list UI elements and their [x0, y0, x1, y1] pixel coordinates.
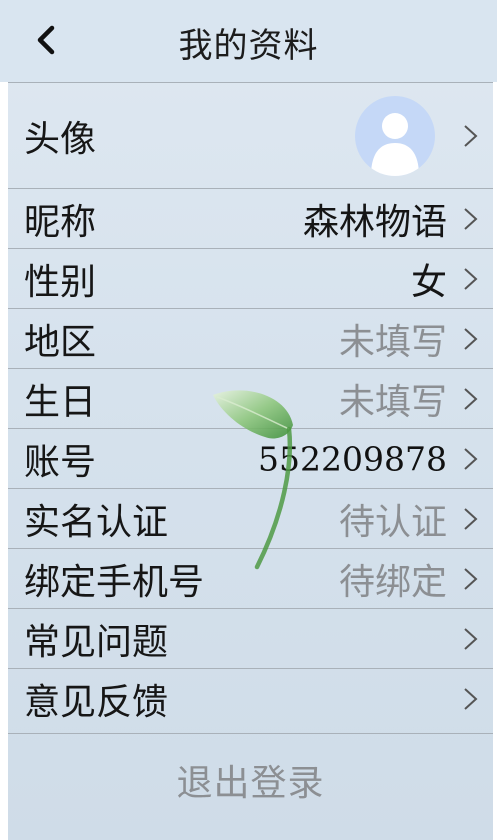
- profile-list: 头像 昵称 森林物语 性别 女 地区 未填写 生日 未填写 账号 5522098…: [8, 82, 493, 728]
- page-title: 我的资料: [178, 26, 319, 66]
- row-label: 意见反馈: [24, 681, 169, 723]
- row-gender[interactable]: 性别 女: [8, 248, 493, 308]
- region-value: 未填写: [338, 321, 447, 363]
- row-label: 生日: [24, 381, 97, 423]
- chevron-right-icon: [464, 387, 478, 410]
- row-realname-verification[interactable]: 实名认证 待认证: [8, 488, 493, 548]
- account-value: 552209878: [258, 439, 447, 478]
- row-region[interactable]: 地区 未填写: [8, 308, 493, 368]
- chevron-right-icon: [464, 687, 478, 710]
- row-label: 实名认证: [24, 501, 169, 543]
- row-faq[interactable]: 常见问题: [8, 608, 493, 668]
- chevron-right-icon: [464, 207, 478, 230]
- row-label: 常见问题: [24, 621, 169, 663]
- row-label: 地区: [24, 321, 97, 363]
- chevron-right-icon: [464, 627, 478, 650]
- row-avatar[interactable]: 头像: [8, 82, 493, 188]
- chevron-right-icon: [464, 124, 478, 147]
- phone-value: 待绑定: [338, 561, 447, 603]
- row-birthday[interactable]: 生日 未填写: [8, 368, 493, 428]
- row-label: 昵称: [24, 201, 97, 243]
- row-label: 账号: [24, 441, 97, 483]
- realname-value: 待认证: [338, 501, 447, 543]
- row-label: 头像: [24, 118, 97, 160]
- gender-value: 女: [410, 261, 447, 303]
- row-account[interactable]: 账号 552209878: [8, 428, 493, 488]
- user-silhouette-icon: [371, 113, 419, 176]
- top-nav-bar: 我的资料: [0, 0, 497, 82]
- chevron-right-icon: [464, 507, 478, 530]
- right-edge: [493, 82, 497, 840]
- chevron-right-icon: [464, 267, 478, 290]
- avatar[interactable]: [355, 96, 435, 176]
- profile-screen: 我的资料 头像 昵称 森林物语 性别 女 地区 未填写 生日 未填写 账号 55…: [0, 0, 497, 840]
- birthday-value: 未填写: [338, 381, 447, 423]
- chevron-right-icon: [464, 567, 478, 590]
- row-label: 性别: [24, 261, 97, 303]
- chevron-right-icon: [464, 447, 478, 470]
- row-bind-phone[interactable]: 绑定手机号 待绑定: [8, 548, 493, 608]
- left-edge: [0, 82, 8, 840]
- chevron-right-icon: [464, 327, 478, 350]
- nickname-value: 森林物语: [302, 201, 447, 243]
- row-nickname[interactable]: 昵称 森林物语: [8, 188, 493, 248]
- row-feedback[interactable]: 意见反馈: [8, 668, 493, 728]
- row-label: 绑定手机号: [24, 561, 205, 603]
- logout-button[interactable]: 退出登录: [8, 733, 493, 840]
